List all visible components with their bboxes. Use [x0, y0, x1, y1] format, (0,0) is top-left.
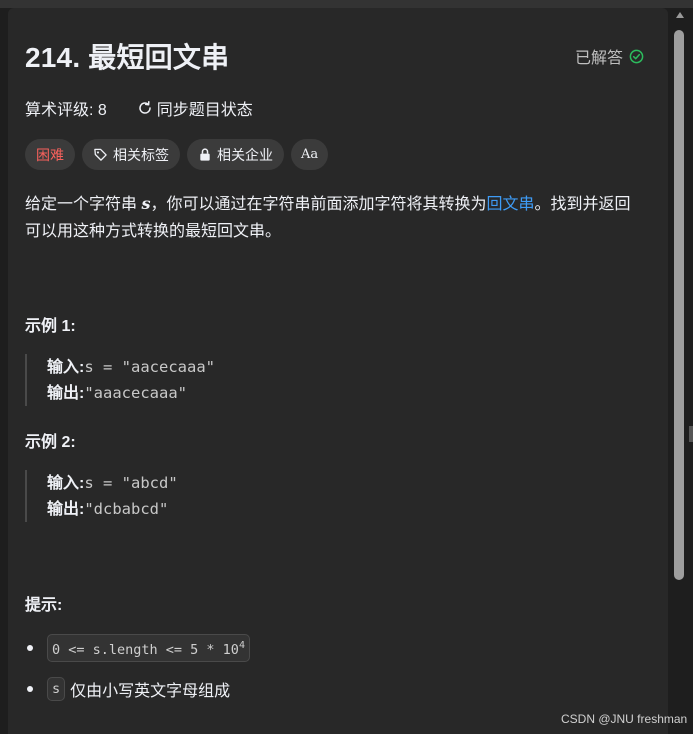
- scrollbar-thumb[interactable]: [674, 30, 684, 580]
- sync-label: 同步题目状态: [156, 102, 253, 119]
- list-item: s 仅由小写英文字母组成: [25, 673, 250, 705]
- list-item: 0 <= s.length <= 5 * 104: [25, 632, 250, 664]
- related-tags-label: 相关标签: [113, 146, 169, 163]
- input-label: 输入:: [47, 475, 85, 492]
- related-companies-button[interactable]: 相关企业: [187, 139, 284, 170]
- example-1-block: 输入:s = "aacecaaa" 输出:"aaacecaaa": [25, 354, 647, 406]
- output-label: 输出:: [47, 501, 85, 518]
- constraint-code-text: 0 <= s.length <= 5 * 10: [52, 642, 239, 658]
- constraint-text: 仅由小写英文字母组成: [70, 683, 231, 700]
- output-value: "dcbabcd": [84, 500, 169, 518]
- input-value: s = "abcd": [84, 474, 178, 492]
- algorithm-rating: 算术评级: 8: [25, 102, 107, 119]
- example-2-block: 输入:s = "abcd" 输出:"dcbabcd": [25, 470, 647, 522]
- palindrome-link[interactable]: 回文串: [486, 196, 534, 213]
- description-text-1: 给定一个字符串: [25, 196, 142, 213]
- example-2-heading: 示例 2:: [25, 434, 76, 451]
- lock-icon: [200, 148, 210, 161]
- tag-row: 困难 相关标签 相关企业 Aa: [25, 139, 329, 170]
- related-tags-button[interactable]: 相关标签: [82, 139, 180, 170]
- bullet: [27, 686, 33, 692]
- related-companies-label: 相关企业: [217, 146, 273, 163]
- translate-button[interactable]: Aa: [291, 139, 329, 170]
- constraint-code: s: [47, 677, 66, 701]
- top-strip: [0, 0, 693, 8]
- panel-resize-handle[interactable]: [689, 426, 693, 442]
- input-label: 输入:: [47, 359, 85, 376]
- output-value: "aaacecaaa": [84, 384, 187, 402]
- constraint-code: 0 <= s.length <= 5 * 104: [47, 634, 250, 662]
- hints-heading: 提示:: [25, 597, 63, 614]
- difficulty-badge[interactable]: 困难: [25, 139, 75, 170]
- rating-row: 算术评级: 8 同步题目状态: [25, 96, 253, 120]
- difficulty-label: 困难: [36, 146, 64, 163]
- refresh-icon: [139, 101, 151, 114]
- sync-status-button[interactable]: 同步题目状态: [137, 96, 253, 120]
- output-label: 输出:: [47, 385, 85, 402]
- tag-icon: [94, 148, 107, 161]
- check-circle-icon: [629, 49, 644, 63]
- problem-description: 给定一个字符串 s，你可以通过在字符串前面添加字符将其转换为回文串。找到并返回可…: [25, 190, 645, 245]
- scroll-up-arrow-icon[interactable]: [676, 12, 684, 18]
- watermark: CSDN @JNU freshman: [561, 712, 688, 726]
- input-value: s = "aacecaaa": [84, 358, 215, 376]
- solved-label: 已解答: [575, 50, 624, 67]
- bullet: [27, 645, 33, 651]
- solved-status: 已解答: [575, 44, 644, 68]
- problem-title: 214. 最短回文串: [25, 42, 230, 73]
- translate-icon: Aa: [301, 147, 319, 162]
- description-text-2: ，你可以通过在字符串前面添加字符将其转换为: [150, 196, 487, 213]
- constraints-list: 0 <= s.length <= 5 * 104 s 仅由小写英文字母组成: [25, 632, 250, 714]
- example-1-heading: 示例 1:: [25, 318, 76, 335]
- constraint-exponent: 4: [238, 640, 245, 651]
